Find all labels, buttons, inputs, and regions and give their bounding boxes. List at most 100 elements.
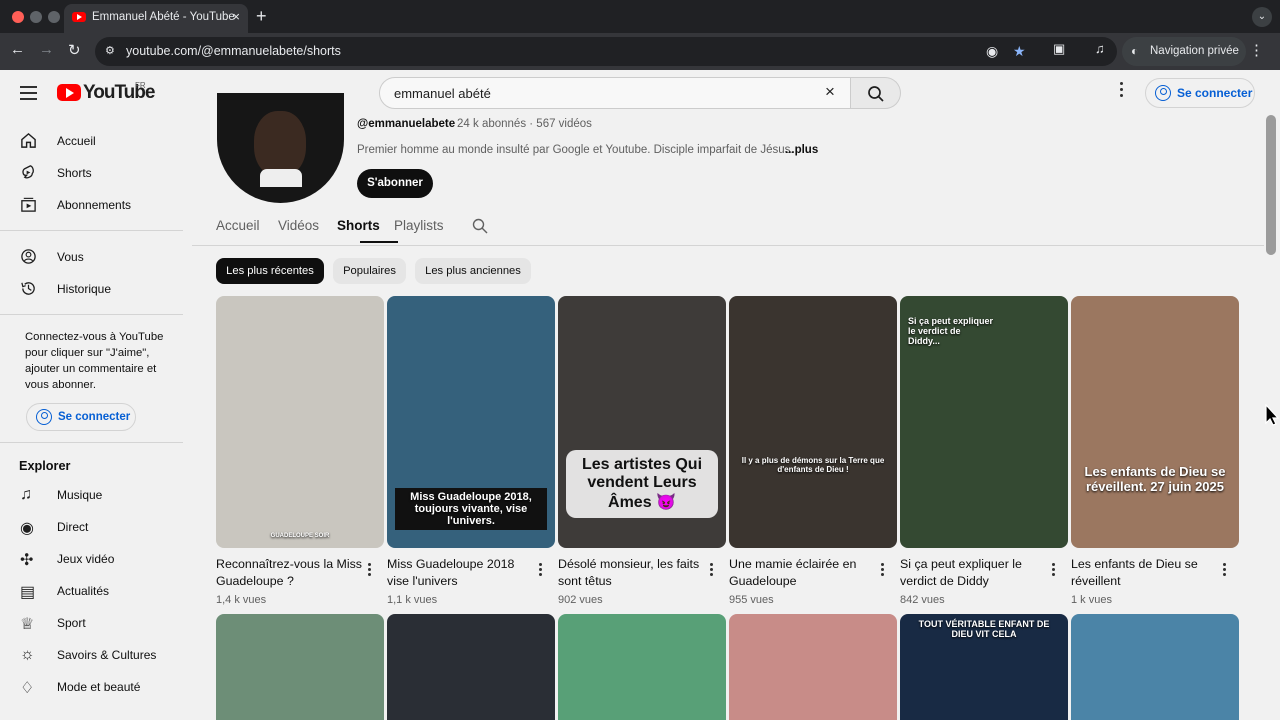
address-bar[interactable]: ⚙ youtube.com/@emmanuelabete/shorts ◉ ★ [95, 37, 1117, 66]
short-more-icon[interactable] [1223, 563, 1227, 578]
sidebar-item-learning[interactable]: ☼ Savoirs & Cultures [0, 639, 183, 669]
short-card[interactable]: Les artistes Qui vendent Leurs Âmes 😈 Dés… [558, 296, 726, 606]
browser-menu-icon[interactable]: ⋮ [1249, 41, 1264, 59]
short-card[interactable] [729, 614, 897, 720]
private-browsing-button[interactable]: ◐ Navigation privée [1122, 37, 1246, 66]
short-card[interactable]: Miss Guadeloupe 2018, toujours vivante, … [387, 296, 555, 606]
short-title[interactable]: Les enfants de Dieu se réveillent [1071, 556, 1217, 590]
shorts-icon [22, 165, 34, 179]
url-text[interactable]: youtube.com/@emmanuelabete/shorts [126, 44, 341, 58]
scrollbar-thumb[interactable] [1266, 115, 1276, 255]
maximize-window-button[interactable] [48, 11, 60, 23]
reload-icon[interactable]: ↻ [68, 41, 81, 59]
short-card[interactable] [558, 614, 726, 720]
short-card[interactable] [1071, 614, 1239, 720]
short-title[interactable]: Si ça peut expliquer le verdict de Diddy [900, 556, 1046, 590]
short-thumbnail[interactable] [387, 614, 555, 720]
short-title[interactable]: Reconnaîtrez-vous la Miss Guadeloupe ? [216, 556, 362, 590]
tab-close-icon[interactable]: × [232, 9, 240, 24]
sidebar-item-fashion[interactable]: ♢ Mode et beauté [0, 671, 183, 701]
short-card[interactable] [216, 614, 384, 720]
short-card[interactable]: Si ça peut expliquer le verdict de Diddy… [900, 296, 1068, 606]
short-thumbnail[interactable]: TOUT VÉRITABLE ENFANT DE DIEU VIT CELA [900, 614, 1068, 720]
short-thumbnail[interactable]: GUADELOUPE SOIR [216, 296, 384, 548]
sidebar-item-subscriptions[interactable]: Abonnements [0, 189, 183, 219]
search-query[interactable]: emmanuel abété [394, 86, 491, 101]
bookmark-star-icon[interactable]: ★ [1013, 43, 1026, 60]
site-info-icon[interactable]: ⚙ [105, 44, 119, 58]
minimize-window-button[interactable] [30, 11, 42, 23]
active-tab-underline [360, 241, 398, 243]
close-window-button[interactable] [12, 11, 24, 23]
tab-shorts[interactable]: Shorts [337, 218, 380, 233]
short-title[interactable]: Miss Guadeloupe 2018 vise l'univers [387, 556, 533, 590]
sign-in-button[interactable]: Se connecter [1145, 78, 1255, 108]
short-card[interactable]: Il y a plus de démons sur la Terre que d… [729, 296, 897, 606]
sidebar-item-home[interactable]: Accueil [0, 125, 183, 155]
youtube-logo-icon[interactable] [57, 84, 81, 101]
short-more-icon[interactable] [881, 563, 885, 578]
thumbnail-caption: Si ça peut expliquer le verdict de Diddy… [908, 316, 994, 346]
country-code: FR [135, 81, 146, 90]
sidebar-item-you[interactable]: Vous [0, 241, 183, 271]
clear-search-icon[interactable]: × [825, 83, 842, 100]
forward-icon[interactable]: → [39, 41, 54, 58]
short-card[interactable] [387, 614, 555, 720]
chip-popular[interactable]: Populaires [333, 258, 406, 284]
sidebar-sign-in-button[interactable]: Se connecter [26, 403, 136, 431]
short-thumbnail[interactable] [558, 614, 726, 720]
sidebar-item-music[interactable]: ♫ Musique [0, 479, 183, 509]
short-card[interactable]: GUADELOUPE SOIR Reconnaîtrez-vous la Miss… [216, 296, 384, 606]
short-card[interactable]: Les enfants de Dieu se réveillent. 27 ju… [1071, 296, 1239, 606]
tab-videos[interactable]: Vidéos [278, 218, 319, 233]
sidebar-item-live[interactable]: ◉ Direct [0, 511, 183, 541]
short-title[interactable]: Une mamie éclairée en Guadeloupe [729, 556, 875, 590]
hamburger-menu-icon[interactable] [20, 86, 37, 100]
sidebar-item-shorts[interactable]: Shorts [0, 157, 183, 187]
extensions-icon[interactable]: ▣ [1053, 41, 1065, 57]
chip-oldest[interactable]: Les plus anciennes [415, 258, 531, 284]
media-controls-icon[interactable]: ♫ [1095, 41, 1105, 56]
short-more-icon[interactable] [539, 563, 543, 578]
avatar-collar [260, 169, 302, 187]
short-thumbnail[interactable] [1071, 614, 1239, 720]
short-thumbnail[interactable]: Les artistes Qui vendent Leurs Âmes 😈 [558, 296, 726, 548]
short-views: 842 vues [900, 594, 945, 606]
bio-more-link[interactable]: ...plus [785, 144, 818, 156]
tab-playlists[interactable]: Playlists [394, 218, 444, 233]
tab-search-button[interactable]: ⌄ [1252, 7, 1272, 27]
sidebar-item-news[interactable]: ▤ Actualités [0, 575, 183, 605]
short-more-icon[interactable] [1052, 563, 1056, 578]
chip-latest[interactable]: Les plus récentes [216, 258, 324, 284]
sidebar-divider [0, 230, 183, 231]
search-button[interactable] [851, 77, 901, 109]
settings-more-icon[interactable] [1120, 82, 1124, 98]
short-title[interactable]: Désolé monsieur, les faits sont têtus [558, 556, 704, 590]
tab-home[interactable]: Accueil [216, 218, 260, 233]
channel-stats: · 24 k abonnés · 567 vidéos [450, 118, 592, 130]
short-thumbnail[interactable]: Il y a plus de démons sur la Terre que d… [729, 296, 897, 548]
tracking-blocked-icon[interactable]: ◉ [986, 43, 998, 60]
browser-toolbar: ← → ↻ ⚙ youtube.com/@emmanuelabete/short… [0, 33, 1280, 70]
sidebar-item-gaming[interactable]: ✣ Jeux vidéo [0, 543, 183, 573]
browser-tab[interactable]: Emmanuel Abété - YouTube × [64, 4, 248, 33]
channel-search-icon[interactable] [472, 218, 488, 234]
short-more-icon[interactable] [368, 563, 372, 578]
sidebar-divider [0, 314, 183, 315]
sidebar-item-history[interactable]: Historique [0, 273, 183, 303]
short-thumbnail[interactable]: Si ça peut expliquer le verdict de Diddy… [900, 296, 1068, 548]
short-thumbnail[interactable]: Miss Guadeloupe 2018, toujours vivante, … [387, 296, 555, 548]
channel-avatar[interactable] [217, 93, 344, 203]
short-thumbnail[interactable] [729, 614, 897, 720]
sidebar-item-sport[interactable]: ♕ Sport [0, 607, 183, 637]
short-card[interactable]: TOUT VÉRITABLE ENFANT DE DIEU VIT CELA [900, 614, 1068, 720]
back-icon[interactable]: ← [10, 41, 25, 58]
short-thumbnail[interactable]: Les enfants de Dieu se réveillent. 27 ju… [1071, 296, 1239, 548]
search-input[interactable]: emmanuel abété × [379, 77, 851, 109]
new-tab-button[interactable]: + [256, 6, 267, 27]
explore-heading: Explorer [19, 459, 71, 473]
subscribe-button[interactable]: S'abonner [357, 169, 433, 198]
short-more-icon[interactable] [710, 563, 714, 578]
learning-icon: ☼ [20, 646, 35, 663]
short-thumbnail[interactable] [216, 614, 384, 720]
